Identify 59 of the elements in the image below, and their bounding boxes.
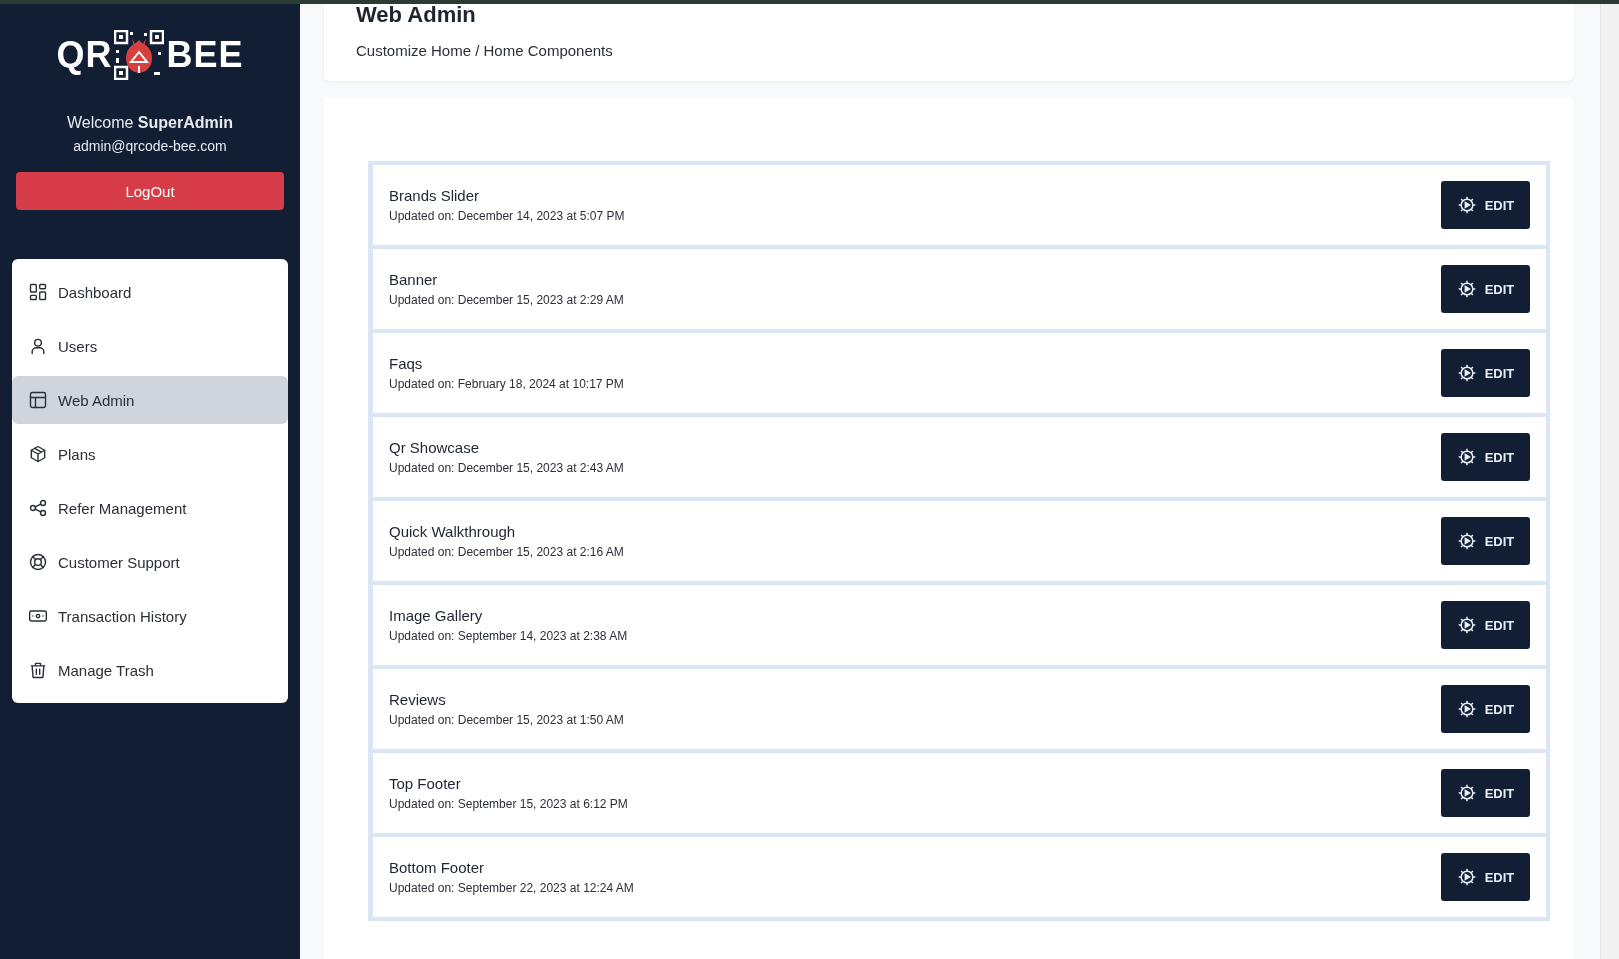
component-name: Brands Slider [389,187,481,204]
updated-date: Updated on: December 14, 2023 at 5:07 PM [389,209,625,223]
updated-date: Updated on: February 18, 2024 at 10:17 PM [389,377,624,391]
layout-icon [28,390,48,410]
component-name: Quick Walkthrough [389,523,517,540]
settings-icon [1456,195,1477,215]
settings-icon [1456,867,1477,887]
nav-item[interactable]: Web Admin [12,376,288,424]
qr-bee-logo-icon [114,30,165,80]
edit-button[interactable]: EDIT [1441,685,1530,733]
nav-item[interactable]: Plans [12,430,288,478]
edit-button[interactable]: EDIT [1441,265,1530,313]
updated-date: Updated on: December 15, 2023 at 2:29 AM [389,293,624,307]
nav-item[interactable]: Customer Support [12,538,288,586]
updated-date: Updated on: September 22, 2023 at 12:24 AM [389,881,634,895]
logo-text: BEE [166,34,244,76]
lifebuoy-icon [28,552,48,572]
component-name: Faqs [389,355,424,372]
edit-button[interactable]: EDIT [1441,769,1530,817]
box-icon [28,444,48,464]
updated-date: Updated on: December 15, 2023 at 1:50 AM [389,713,624,727]
component-name: Qr Showcase [389,439,481,456]
dashboard-icon [28,282,48,302]
user-email: admin@qrcode-bee.com [73,138,227,154]
logo-text: QR [56,34,113,76]
user-icon [28,336,48,356]
updated-date: Updated on: September 14, 2023 at 2:38 AM [389,629,628,643]
updated-date: Updated on: September 15, 2023 at 6:12 PM [389,797,628,811]
nav-item[interactable]: Dashboard [12,268,288,316]
edit-button[interactable]: EDIT [1441,433,1530,481]
edit-button[interactable]: EDIT [1441,181,1530,229]
nav-item[interactable]: Transaction History [12,592,288,640]
edit-button[interactable]: EDIT [1441,853,1530,901]
nav-item[interactable]: Users [12,322,288,370]
welcome-text: Welcome SuperAdmin [67,114,233,132]
component-name: Top Footer [389,775,462,792]
edit-button[interactable]: EDIT [1441,517,1530,565]
page-title: Web Admin [356,2,477,28]
nav-item[interactable]: Refer Management [12,484,288,532]
logout-button[interactable]: LogOut [16,172,284,210]
settings-icon [1456,363,1477,383]
share-icon [28,498,48,518]
settings-icon [1456,447,1477,467]
component-name: Bottom Footer [389,859,486,876]
breadcrumb: Customize Home / Home Components [356,42,614,59]
settings-icon [1456,699,1477,719]
updated-date: Updated on: December 15, 2023 at 2:43 AM [389,461,624,475]
component-name: Reviews [389,691,447,708]
edit-button[interactable]: EDIT [1441,349,1530,397]
component-name: Banner [389,271,439,288]
settings-icon [1456,615,1477,635]
settings-icon [1456,531,1477,551]
edit-button[interactable]: EDIT [1441,601,1530,649]
updated-date: Updated on: December 15, 2023 at 2:16 AM [389,545,624,559]
trash-icon [28,660,48,680]
settings-icon [1456,279,1477,299]
nav-item[interactable]: Manage Trash [12,646,288,694]
component-name: Image Gallery [389,607,484,624]
settings-icon [1456,783,1477,803]
